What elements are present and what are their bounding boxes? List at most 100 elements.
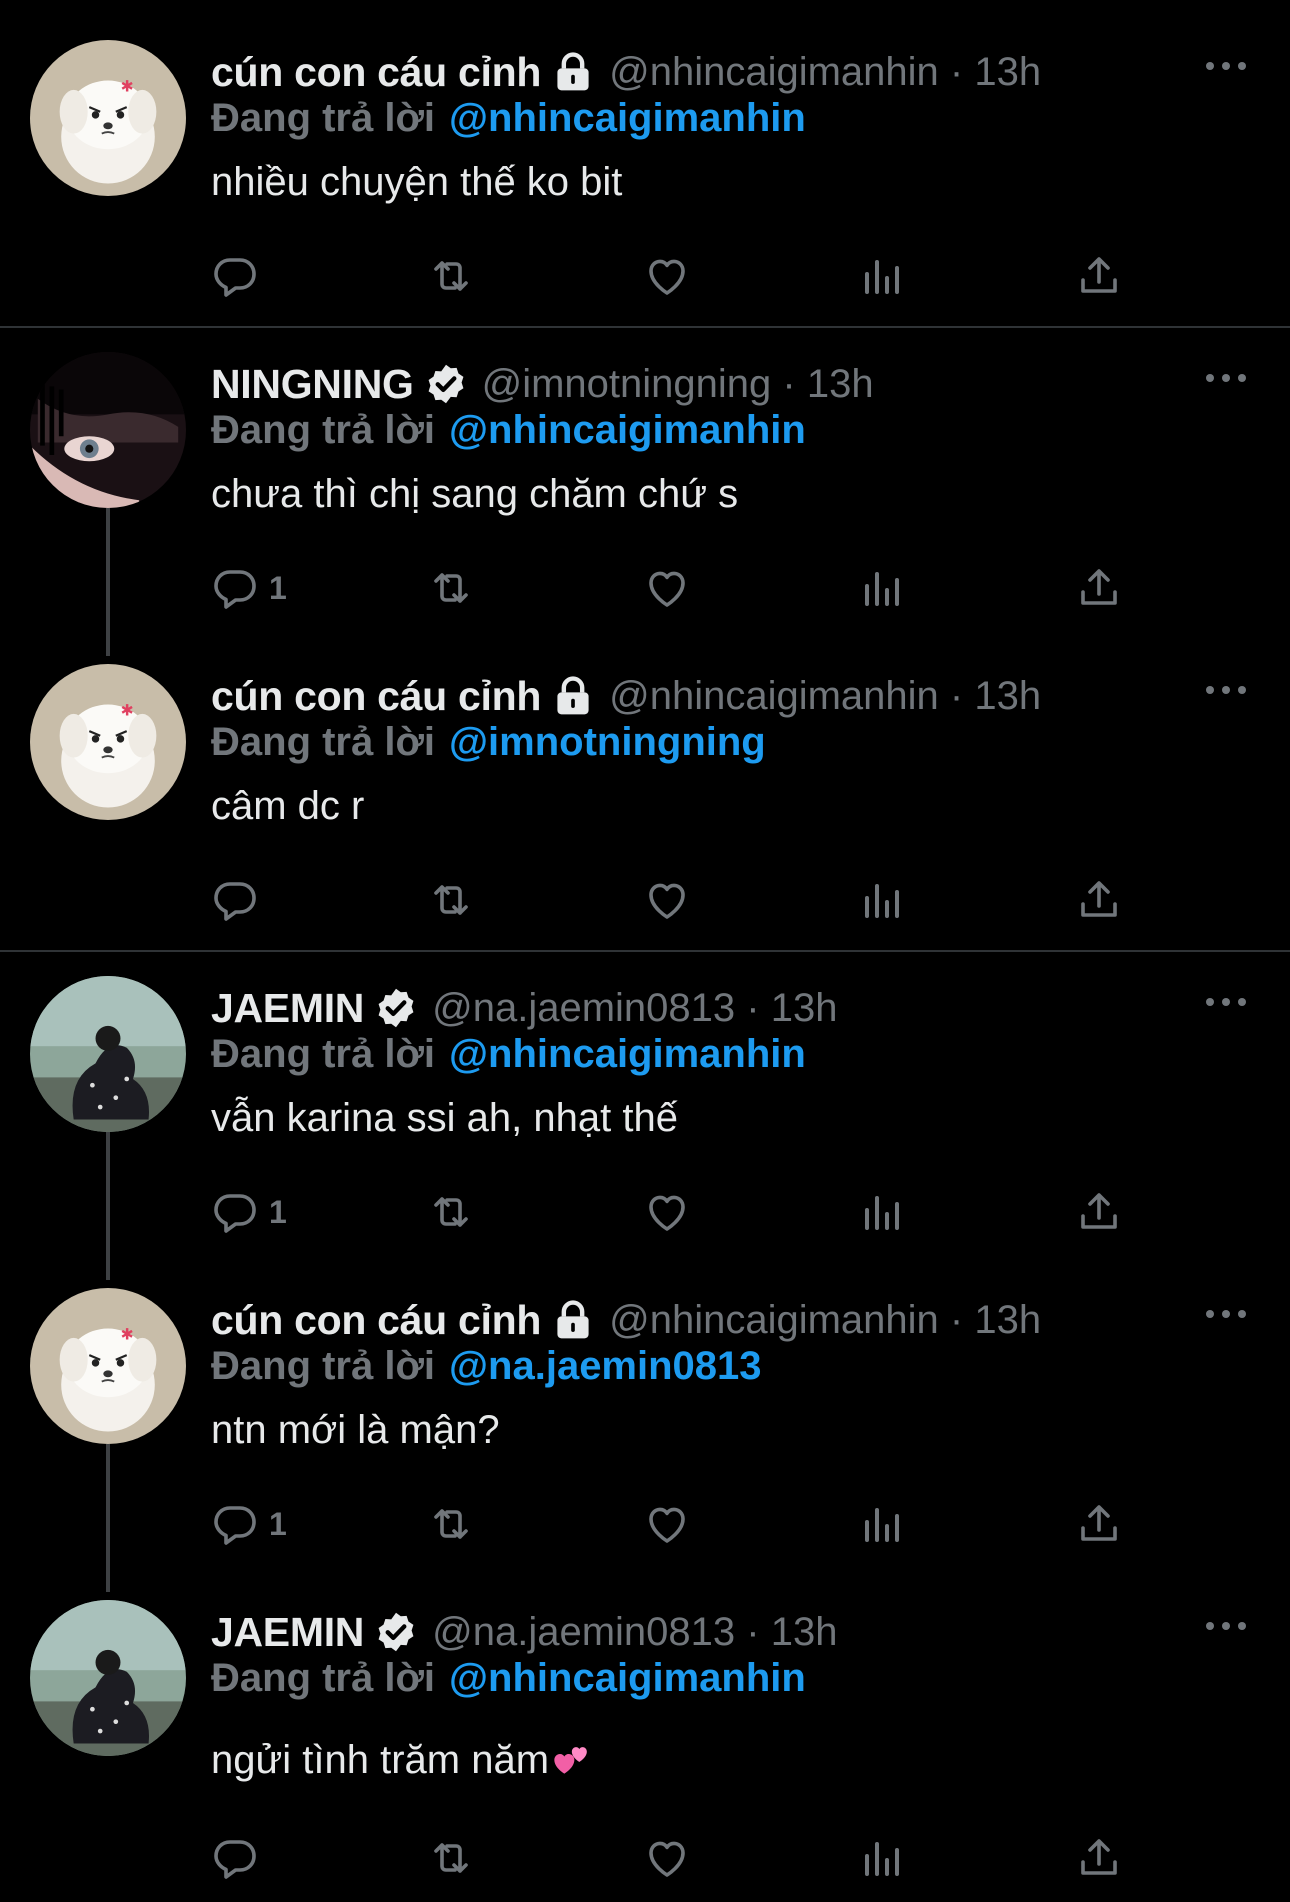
reply-mention[interactable]: @nhincaigimanhin — [449, 1032, 806, 1076]
reply-mention[interactable]: @na.jaemin0813 — [449, 1344, 762, 1388]
reply-label: Đang trả lời — [211, 1032, 436, 1076]
handle-time[interactable]: @na.jaemin0813 · 13h — [432, 1610, 837, 1655]
retweet-button[interactable] — [427, 1496, 475, 1552]
views-button[interactable] — [859, 1496, 907, 1552]
tweet[interactable]: cún con cáu cỉnh @nhincaigimanhin · 13h … — [0, 0, 1290, 326]
handle-time[interactable]: @imnotningning · 13h — [482, 362, 874, 407]
tweet-text: nhiều chuyện thế ko bit — [211, 160, 623, 204]
reply-mention[interactable]: @imnotningning — [449, 720, 766, 764]
tweet-header: cún con cáu cỉnh @nhincaigimanhin · 13h — [211, 44, 1041, 100]
tweet[interactable]: JAEMIN @na.jaemin0813 · 13h Đang trả lời… — [0, 1560, 1290, 1902]
reply-mention[interactable]: @nhincaigimanhin — [449, 1656, 806, 1700]
verified-icon — [424, 362, 468, 406]
share-button[interactable] — [1075, 872, 1123, 928]
retweet-icon — [427, 564, 475, 612]
lock-icon — [551, 1298, 595, 1342]
display-name[interactable]: JAEMIN — [211, 985, 364, 1032]
action-bar — [211, 1830, 1151, 1890]
avatar[interactable] — [30, 1600, 186, 1756]
tweet[interactable]: cún con cáu cỉnh @nhincaigimanhin · 13h … — [0, 1248, 1290, 1592]
reply-button[interactable] — [211, 248, 269, 304]
share-button[interactable] — [1075, 1184, 1123, 1240]
retweet-button[interactable] — [427, 1830, 475, 1886]
like-button[interactable] — [643, 872, 691, 928]
heart-icon — [643, 1500, 691, 1548]
display-name[interactable]: NINGNING — [211, 361, 414, 408]
reply-button[interactable]: 1 — [211, 560, 287, 616]
avatar[interactable] — [30, 40, 186, 196]
reply-icon — [211, 564, 259, 612]
avatar[interactable] — [30, 352, 186, 508]
tweet-text: ntn mới là mận? — [211, 1408, 500, 1452]
tweet[interactable]: JAEMIN @na.jaemin0813 · 13h Đang trả lời… — [0, 936, 1290, 1280]
reply-button[interactable] — [211, 872, 269, 928]
reply-label: Đang trả lời — [211, 96, 436, 140]
tweet[interactable]: NINGNING @imnotningning · 13h Đang trả l… — [0, 312, 1290, 656]
reply-icon — [211, 1188, 259, 1236]
more-icon[interactable] — [1204, 1614, 1248, 1638]
views-button[interactable] — [859, 1830, 907, 1886]
views-icon — [859, 564, 907, 612]
tweet-text: vẫn karina ssi ah, nhạt thế — [211, 1096, 678, 1140]
display-name[interactable]: cún con cáu cỉnh — [211, 49, 541, 96]
display-name[interactable]: cún con cáu cỉnh — [211, 1297, 541, 1344]
reply-count: 1 — [269, 1193, 287, 1230]
reply-icon — [211, 1834, 259, 1882]
reply-count: 1 — [269, 1505, 287, 1542]
share-icon — [1075, 876, 1123, 924]
tweet-header: JAEMIN @na.jaemin0813 · 13h — [211, 1604, 837, 1660]
like-button[interactable] — [643, 560, 691, 616]
views-button[interactable] — [859, 560, 907, 616]
action-bar: 1 — [211, 1184, 1151, 1244]
retweet-button[interactable] — [427, 872, 475, 928]
reply-context: Đang trả lời @nhincaigimanhin — [211, 96, 806, 148]
views-button[interactable] — [859, 248, 907, 304]
reply-button[interactable]: 1 — [211, 1184, 287, 1240]
like-button[interactable] — [643, 1184, 691, 1240]
views-button[interactable] — [859, 872, 907, 928]
reply-context: Đang trả lời @nhincaigimanhin — [211, 408, 806, 460]
display-name[interactable]: cún con cáu cỉnh — [211, 673, 541, 720]
share-icon — [1075, 1500, 1123, 1548]
tweet-header: cún con cáu cỉnh @nhincaigimanhin · 13h — [211, 1292, 1041, 1348]
tweet[interactable]: cún con cáu cỉnh @nhincaigimanhin · 13h … — [0, 624, 1290, 952]
reply-mention[interactable]: @nhincaigimanhin — [449, 96, 806, 140]
reply-count: 1 — [269, 569, 287, 606]
views-icon — [859, 1500, 907, 1548]
views-button[interactable] — [859, 1184, 907, 1240]
avatar[interactable] — [30, 664, 186, 820]
more-icon[interactable] — [1204, 54, 1248, 78]
verified-icon — [374, 1610, 418, 1654]
share-button[interactable] — [1075, 1496, 1123, 1552]
lock-icon — [551, 674, 595, 718]
handle-time[interactable]: @nhincaigimanhin · 13h — [609, 674, 1041, 719]
avatar[interactable] — [30, 1288, 186, 1444]
handle-time[interactable]: @nhincaigimanhin · 13h — [609, 50, 1041, 95]
avatar[interactable] — [30, 976, 186, 1132]
more-icon[interactable] — [1204, 1302, 1248, 1326]
reply-button[interactable]: 1 — [211, 1496, 287, 1552]
handle-time[interactable]: @na.jaemin0813 · 13h — [432, 986, 837, 1031]
like-button[interactable] — [643, 1496, 691, 1552]
like-button[interactable] — [643, 248, 691, 304]
views-icon — [859, 1834, 907, 1882]
more-icon[interactable] — [1204, 678, 1248, 702]
more-icon[interactable] — [1204, 990, 1248, 1014]
retweet-button[interactable] — [427, 248, 475, 304]
share-icon — [1075, 1188, 1123, 1236]
share-button[interactable] — [1075, 560, 1123, 616]
lock-icon — [551, 50, 595, 94]
handle-time[interactable]: @nhincaigimanhin · 13h — [609, 1298, 1041, 1343]
retweet-button[interactable] — [427, 560, 475, 616]
reply-mention[interactable]: @nhincaigimanhin — [449, 408, 806, 452]
tweet-text: câm dc r — [211, 784, 365, 828]
retweet-button[interactable] — [427, 1184, 475, 1240]
reply-label: Đang trả lời — [211, 1344, 436, 1388]
reply-button[interactable] — [211, 1830, 269, 1886]
share-button[interactable] — [1075, 248, 1123, 304]
share-button[interactable] — [1075, 1830, 1123, 1886]
tweet-text-container: ngửi tình trăm năm — [211, 1738, 591, 1783]
display-name[interactable]: JAEMIN — [211, 1609, 364, 1656]
more-icon[interactable] — [1204, 366, 1248, 390]
like-button[interactable] — [643, 1830, 691, 1886]
